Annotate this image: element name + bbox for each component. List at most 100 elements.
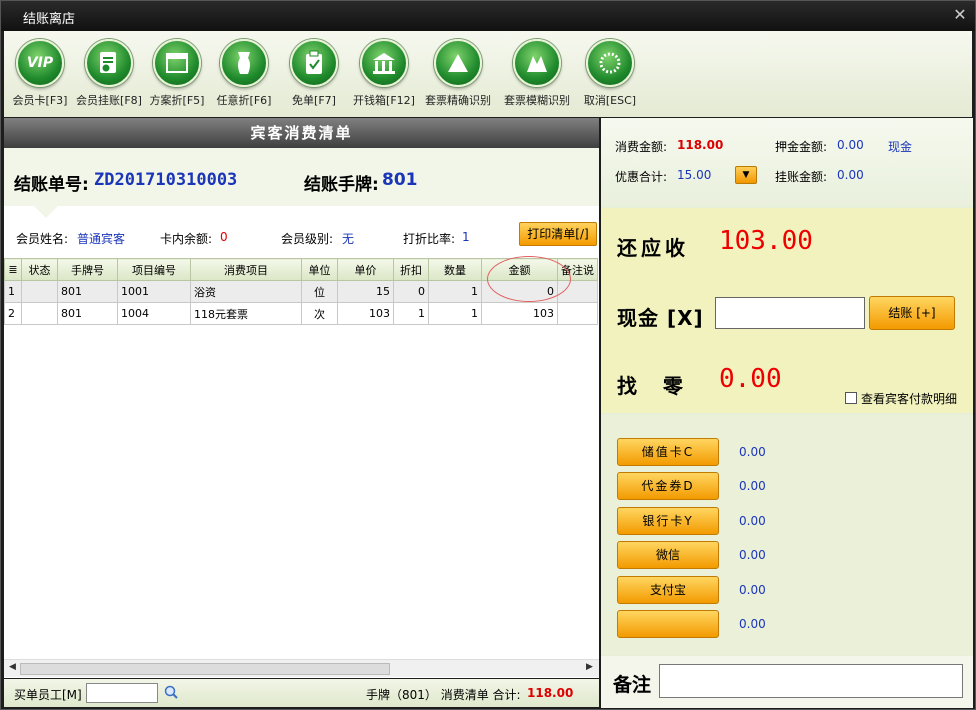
col-tag[interactable]: 手牌号 xyxy=(57,258,118,281)
toolbar: VIP 会员卡[F3] 会员挂账[F8] 方案折[F5] 任意折[F6] 免单[… xyxy=(4,31,972,117)
bill-no: ZD201710310003 xyxy=(94,170,238,190)
wechat-button[interactable]: 微信 xyxy=(617,541,719,569)
receivable-amount: 103.00 xyxy=(719,226,813,256)
member-info-row: 会员姓名: 普通宾客 卡内余额: 0 会员级别: 无 打折比率: 1 打印清单[… xyxy=(4,218,599,258)
amount-summary: 消费金额: 118.00 押金金额: 0.00 现金 优惠合计: 15.00 ▼… xyxy=(601,118,973,206)
deposit-type: 现金 xyxy=(888,140,913,154)
change-label: 找 零 xyxy=(617,374,687,398)
consume-amount: 118.00 xyxy=(677,138,724,152)
ticket-exact-icon xyxy=(434,39,482,87)
window-title: 结账离店 xyxy=(23,12,76,27)
col-code[interactable]: 项目编号 xyxy=(117,258,191,281)
vip-icon: VIP xyxy=(16,39,64,87)
col-status[interactable]: 状态 xyxy=(21,258,58,281)
scheme-discount-button[interactable]: 方案折[F5] xyxy=(147,39,207,108)
scheme-discount-icon xyxy=(153,39,201,87)
receivable-label: 还应收 xyxy=(617,236,689,260)
alipay-button[interactable]: 支付宝 xyxy=(617,576,719,604)
table-row[interactable]: 2 801 1004 118元套票 次 103 1 1 103 xyxy=(4,302,598,325)
member-name-label: 会员姓名: xyxy=(16,232,69,246)
close-icon[interactable]: ✕ xyxy=(951,6,969,24)
free-order-button[interactable]: 免单[F7] xyxy=(284,39,344,108)
col-qty[interactable]: 数量 xyxy=(428,258,482,281)
member-charge-button[interactable]: 会员挂账[F8] xyxy=(74,39,144,108)
bill-arrow xyxy=(34,206,58,218)
alipay-amount: 0.00 xyxy=(739,583,766,597)
bill-no-label: 结账单号: xyxy=(14,175,89,195)
col-item[interactable]: 消费项目 xyxy=(190,258,302,281)
col-discount[interactable]: 折扣 xyxy=(393,258,429,281)
any-discount-icon xyxy=(220,39,268,87)
member-name: 普通宾客 xyxy=(77,232,126,246)
note-area: 备注 xyxy=(601,656,973,708)
highlight-circle xyxy=(487,256,571,302)
bill-info: 结账单号: ZD201710310003 结账手牌: 801 xyxy=(4,148,599,206)
payment-panel: 消费金额: 118.00 押金金额: 0.00 现金 优惠合计: 15.00 ▼… xyxy=(601,118,973,708)
col-unit[interactable]: 单位 xyxy=(301,258,338,281)
payment-methods: 储值卡C 0.00 代金券D 0.00 银行卡Y 0.00 微信 0.00 支付… xyxy=(601,415,973,655)
print-list-button[interactable]: 打印清单[/] xyxy=(519,222,597,246)
voucher-amount: 0.00 xyxy=(739,479,766,493)
card-balance-label: 卡内余额: xyxy=(160,232,213,246)
payment-detail-label: 查看宾客付款明细 xyxy=(861,392,958,406)
discount-rate: 1 xyxy=(462,230,470,244)
discount-total: 15.00 xyxy=(677,168,712,182)
col-price[interactable]: 单价 xyxy=(337,258,394,281)
horizontal-scrollbar[interactable]: ◀ ▶ xyxy=(4,659,599,677)
staff-input[interactable] xyxy=(86,683,158,703)
row-selector-icon[interactable]: ≣ xyxy=(4,258,22,281)
staff-label: 买单员工[M] xyxy=(14,688,82,702)
chevron-down-icon[interactable]: ▼ xyxy=(735,166,757,184)
stored-card-amount: 0.00 xyxy=(739,445,766,459)
deposit-label: 押金金额: xyxy=(775,140,828,154)
stored-card-button[interactable]: 储值卡C xyxy=(617,438,719,466)
scroll-thumb[interactable] xyxy=(20,663,390,675)
vip-card-button[interactable]: VIP 会员卡[F3] xyxy=(10,39,70,108)
checkout-button[interactable]: 结账 [+] xyxy=(869,296,955,330)
member-level-label: 会员级别: xyxy=(281,232,334,246)
credit-label: 挂账金额: xyxy=(775,170,828,184)
ticket-fuzzy-icon xyxy=(513,39,561,87)
bank-card-button[interactable]: 银行卡Y xyxy=(617,507,719,535)
bill-summary: 手牌（801） 消费清单 合计: xyxy=(366,688,521,702)
search-icon[interactable] xyxy=(164,685,178,699)
voucher-button[interactable]: 代金券D xyxy=(617,472,719,500)
bank-card-amount: 0.00 xyxy=(739,514,766,528)
discount-total-label: 优惠合计: xyxy=(615,170,668,184)
cancel-button[interactable]: 取消[ESC] xyxy=(580,39,640,108)
status-bar: 买单员工[M] 手牌（801） 消费清单 合计: 118.00 xyxy=(4,679,599,707)
deposit-amount: 0.00 xyxy=(837,138,864,152)
checkout-window: 结账离店 ✕ VIP 会员卡[F3] 会员挂账[F8] 方案折[F5] 任意折[… xyxy=(0,0,976,710)
discount-rate-label: 打折比率: xyxy=(403,232,456,246)
tag-value: 801 xyxy=(382,170,418,190)
settlement-area: 还应收 103.00 现金 [X] 结账 [+] 找 零 0.00 查看宾客付款… xyxy=(601,208,973,413)
bill-total: 118.00 xyxy=(527,686,574,700)
wechat-amount: 0.00 xyxy=(739,548,766,562)
card-balance: 0 xyxy=(220,230,228,244)
note-label: 备注 xyxy=(613,674,652,696)
any-discount-button[interactable]: 任意折[F6] xyxy=(214,39,274,108)
tag-label: 结账手牌: xyxy=(304,175,379,195)
note-input[interactable] xyxy=(659,664,963,698)
extra-payment-button[interactable] xyxy=(617,610,719,638)
member-level: 无 xyxy=(342,232,355,246)
scroll-left-icon[interactable]: ◀ xyxy=(9,662,16,672)
change-amount: 0.00 xyxy=(719,364,782,394)
cancel-icon xyxy=(586,39,634,87)
free-order-icon xyxy=(290,39,338,87)
scroll-right-icon[interactable]: ▶ xyxy=(586,662,593,672)
member-charge-icon xyxy=(85,39,133,87)
ticket-exact-button[interactable]: 套票精确识别 xyxy=(419,39,497,108)
cash-drawer-button[interactable]: 开钱箱[F12] xyxy=(349,39,419,108)
bill-panel: 宾客消费清单 结账单号: ZD201710310003 结账手牌: 801 会员… xyxy=(4,118,599,678)
cash-label: 现金 [X] xyxy=(617,306,704,330)
ticket-fuzzy-button[interactable]: 套票模糊识别 xyxy=(498,39,576,108)
consume-label: 消费金额: xyxy=(615,140,668,154)
payment-detail-checkbox[interactable] xyxy=(845,392,857,404)
title-bar: 结账离店 ✕ xyxy=(1,1,975,31)
credit-amount: 0.00 xyxy=(837,168,864,182)
section-title: 宾客消费清单 xyxy=(4,118,599,148)
extra-payment-amount: 0.00 xyxy=(739,617,766,631)
cash-input[interactable] xyxy=(715,297,865,329)
cash-drawer-icon xyxy=(360,39,408,87)
